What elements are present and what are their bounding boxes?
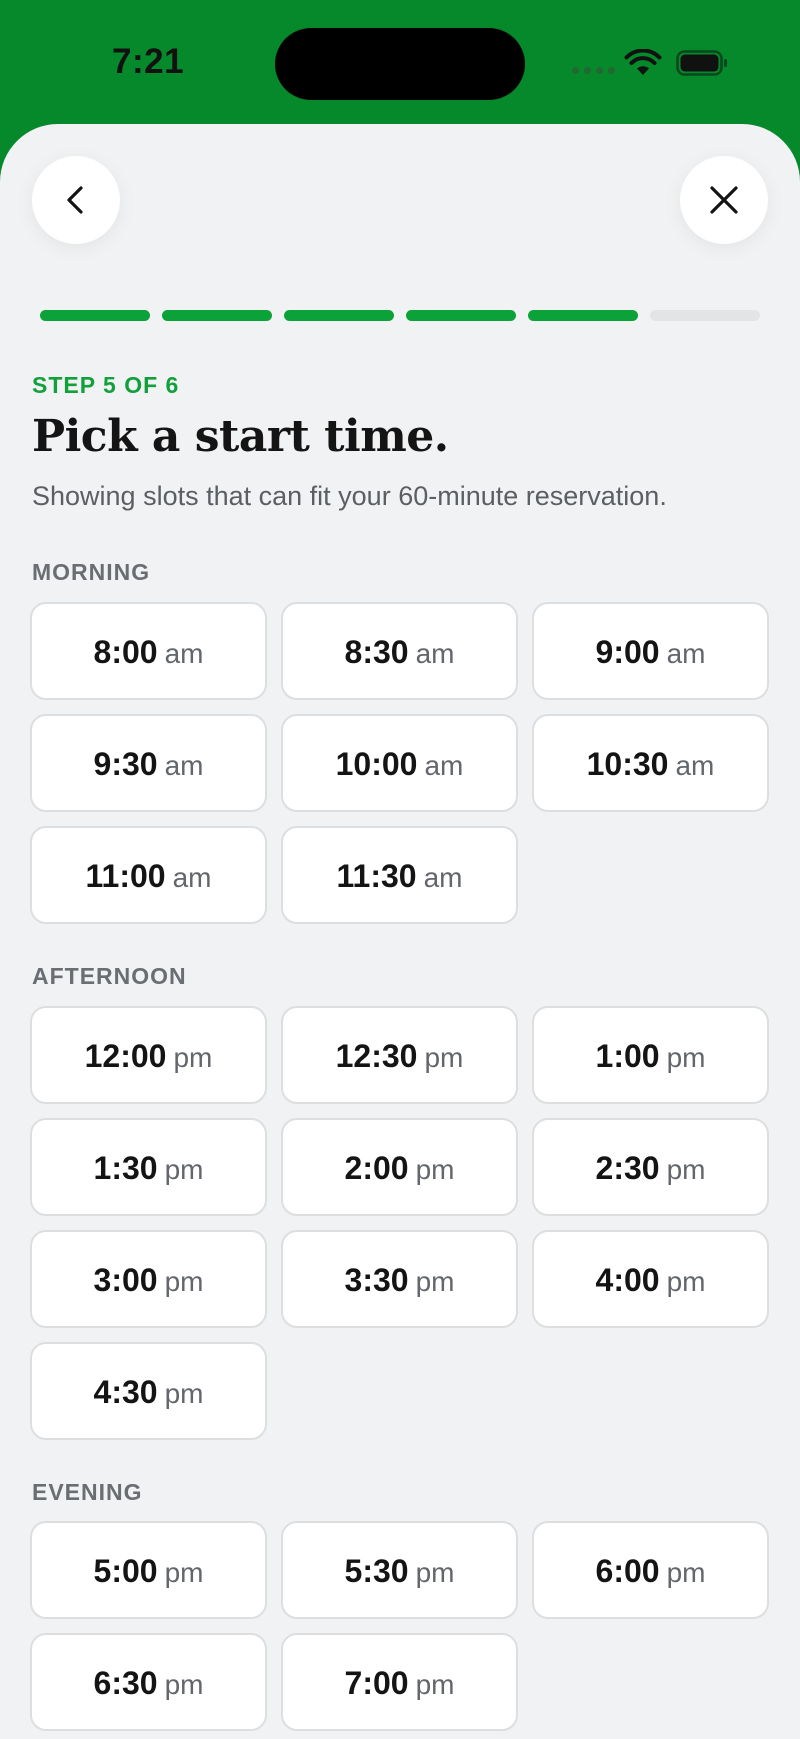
time-slot-period: am [172,862,212,893]
time-slot-button[interactable]: 6:30 pm [30,1633,267,1731]
close-icon [710,186,738,214]
time-slot-period: am [423,862,463,893]
time-slot-button[interactable]: 4:00 pm [532,1230,769,1328]
time-slot-period: pm [666,1154,706,1185]
time-slot-button[interactable]: 9:30 am [30,714,267,812]
time-slot-time: 8:30 [344,634,409,670]
time-slot-time: 3:30 [344,1262,409,1298]
section-label-evening: EVENING [32,1479,143,1505]
time-slot-button[interactable]: 3:00 pm [30,1230,267,1328]
afternoon-slot-grid: 12:00 pm 12:30 pm 1:00 pm 1:30 pm 2:00 pm 2:30 pm 3:… [30,1006,770,1440]
time-slot-time: 5:00 [93,1553,158,1589]
evening-slot-grid: 5:00 pm 5:30 pm 6:00 pm 6:30 pm 7:00 pm [30,1521,770,1731]
time-slot-time: 2:00 [344,1150,409,1186]
time-slot-period: am [666,638,706,669]
time-slot-period: pm [666,1557,706,1588]
progress-segment [284,310,394,321]
time-slot-period: pm [164,1669,204,1700]
time-slot-button[interactable]: 8:00 am [30,602,267,700]
time-slot-button[interactable]: 5:00 pm [30,1521,267,1619]
time-slot-period: pm [415,1266,455,1297]
time-slot-period: am [675,750,715,781]
time-slot-period: pm [415,1669,455,1700]
time-slot-time: 10:00 [335,746,418,782]
page-subtitle: Showing slots that can fit your 60-minut… [32,481,667,511]
time-slot-period: am [424,750,464,781]
time-slot-time: 4:00 [595,1262,660,1298]
time-slot-button[interactable]: 8:30 am [281,602,518,700]
time-slot-period: pm [415,1557,455,1588]
progress-segment [528,310,638,321]
time-slot-period: pm [164,1557,204,1588]
status-bar: 7:21 [0,0,800,124]
time-slot-time: 12:00 [84,1038,167,1074]
time-slot-button[interactable]: 1:00 pm [532,1006,769,1104]
time-slot-period: am [415,638,455,669]
progress-segment [406,310,516,321]
time-slot-time: 2:30 [595,1150,660,1186]
chevron-left-icon [67,186,83,214]
time-slot-time: 9:00 [595,634,660,670]
booking-sheet: STEP 5 OF 6 Pick a start time. Showing s… [0,124,800,1739]
progress-segment [40,310,150,321]
progress-segment [162,310,272,321]
section-label-morning: MORNING [32,559,151,585]
time-slot-button[interactable]: 10:00 am [281,714,518,812]
time-slot-button[interactable]: 7:00 pm [281,1633,518,1731]
time-slot-time: 3:00 [93,1262,158,1298]
time-slot-button[interactable]: 5:30 pm [281,1521,518,1619]
time-slot-time: 5:30 [344,1553,409,1589]
time-slot-button[interactable]: 11:00 am [30,826,267,924]
battery-icon [676,50,727,76]
time-slot-period: pm [415,1154,455,1185]
time-slot-button[interactable]: 9:00 am [532,602,769,700]
time-slot-time: 4:30 [93,1374,158,1410]
time-slot-time: 6:30 [93,1665,158,1701]
time-slot-period: pm [164,1378,204,1409]
time-slot-button[interactable]: 12:00 pm [30,1006,267,1104]
wifi-icon [624,49,662,75]
time-slot-time: 10:30 [586,746,669,782]
page-title: Pick a start time. [32,411,449,462]
dynamic-island [275,28,525,100]
time-slot-time: 7:00 [344,1665,409,1701]
time-slot-time: 11:00 [85,858,166,894]
time-slot-period: pm [164,1154,204,1185]
time-slot-time: 1:00 [595,1038,660,1074]
time-slot-time: 9:30 [93,746,158,782]
time-slot-button[interactable]: 6:00 pm [532,1521,769,1619]
cellular-signal-icon [572,67,615,74]
time-slot-button[interactable]: 10:30 am [532,714,769,812]
time-slot-time: 6:00 [595,1553,660,1589]
time-slot-button[interactable]: 4:30 pm [30,1342,267,1440]
time-slot-button[interactable]: 12:30 pm [281,1006,518,1104]
time-slot-period: pm [666,1042,706,1073]
back-button[interactable] [32,156,120,244]
close-button[interactable] [680,156,768,244]
time-slot-button[interactable]: 2:30 pm [532,1118,769,1216]
time-slot-period: am [164,638,204,669]
time-slot-button[interactable]: 1:30 pm [30,1118,267,1216]
step-indicator: STEP 5 OF 6 [32,372,180,398]
section-label-afternoon: AFTERNOON [32,963,187,989]
time-slot-time: 1:30 [93,1150,158,1186]
time-slot-button[interactable]: 3:30 pm [281,1230,518,1328]
time-slot-period: pm [424,1042,464,1073]
time-slot-button[interactable]: 11:30 am [281,826,518,924]
progress-segment [650,310,760,321]
step-progress-bar [40,310,760,321]
time-slot-time: 8:00 [93,634,158,670]
time-slot-time: 11:30 [336,858,417,894]
time-slot-period: am [164,750,204,781]
time-slot-time: 12:30 [335,1038,418,1074]
time-slot-period: pm [173,1042,213,1073]
time-slot-button[interactable]: 2:00 pm [281,1118,518,1216]
time-slot-period: pm [164,1266,204,1297]
morning-slot-grid: 8:00 am 8:30 am 9:00 am 9:30 am 10:00 am 10:30 am 11… [30,602,770,924]
time-slot-period: pm [666,1266,706,1297]
status-time: 7:21 [112,42,185,81]
